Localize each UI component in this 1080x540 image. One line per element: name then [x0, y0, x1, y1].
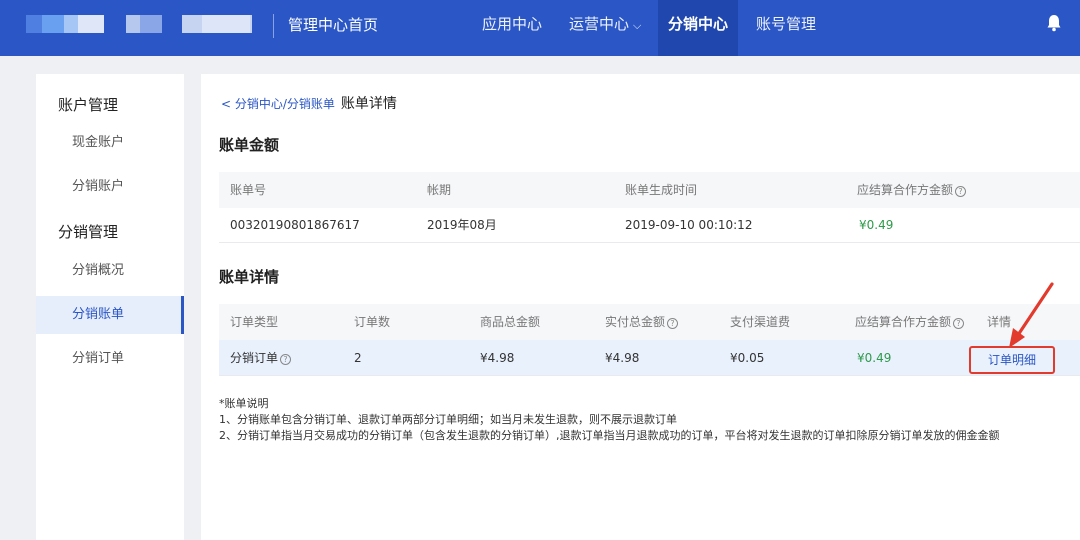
nav-label: 分销中心	[668, 15, 729, 33]
nav-operation-center[interactable]: 运营中心 ⌵	[559, 0, 651, 56]
nav-distribution-center[interactable]: 分销中心	[658, 0, 739, 56]
bill-notes: *账单说明 1、分销账单包含分销订单、退款订单两部分订单明细；如当月未发生退款，…	[219, 396, 1000, 444]
header-divider	[273, 14, 274, 38]
top-navbar: 管理中心首页 应用中心 运营中心 ⌵ 分销中心 账号管理	[0, 0, 1080, 56]
nav-label: 运营中心	[569, 15, 630, 33]
sidebar-item-label: 分销概况	[72, 263, 125, 278]
notes-line: 1、分销账单包含分销订单、退款订单两部分订单明细；如当月未发生退款，则不展示退款…	[219, 413, 677, 426]
sidebar-item-distribution-account[interactable]: 分销账户	[36, 168, 184, 206]
home-link[interactable]: 管理中心首页	[288, 15, 378, 35]
nav-label: 账号管理	[756, 15, 817, 33]
sidebar-item-distribution-bill[interactable]: 分销账单	[36, 296, 184, 334]
red-arrow-annotation	[1009, 282, 1054, 348]
notes-title: *账单说明	[219, 397, 269, 410]
notes-line: 2、分销订单指当月交易成功的分销订单（包含发生退款的分销订单）,退款订单指当月退…	[219, 429, 1000, 442]
sidebar-item-distribution-overview[interactable]: 分销概况	[36, 252, 184, 290]
sidebar-item-label: 分销账户	[72, 179, 125, 194]
sidebar-group-account: 账户管理	[58, 96, 119, 114]
sidebar-item-cash-account[interactable]: 现金账户	[36, 124, 184, 162]
nav-account-management[interactable]: 账号管理	[746, 0, 826, 56]
main-content: < 分销中心/分销账单 账单详情 账单金额 账单号 帐期 账单生成时间 应结算合作…	[201, 74, 1080, 540]
sidebar-group-distribution: 分销管理	[58, 223, 119, 241]
chevron-down-icon: ⌵	[633, 19, 642, 32]
sidebar-item-label: 现金账户	[72, 135, 125, 150]
nav-app-center[interactable]: 应用中心	[472, 0, 552, 56]
sidebar-item-label: 分销订单	[72, 351, 125, 366]
bell-icon[interactable]	[1046, 14, 1062, 32]
sidebar: 账户管理 现金账户 分销账户 分销管理 分销概况 分销账单 分销订单	[36, 74, 184, 540]
nav-label: 应用中心	[482, 15, 543, 33]
sidebar-item-distribution-orders[interactable]: 分销订单	[36, 340, 184, 378]
sidebar-item-label: 分销账单	[72, 307, 125, 322]
